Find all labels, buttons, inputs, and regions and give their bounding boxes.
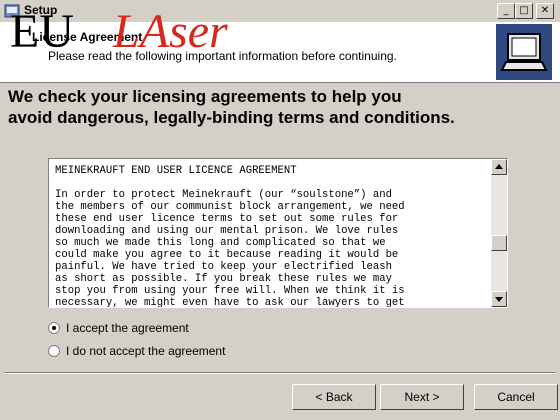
close-button[interactable]: ✕ <box>536 3 554 19</box>
arrow-up-icon <box>495 164 503 169</box>
arrow-down-icon <box>495 297 503 302</box>
license-scrollbar[interactable] <box>491 159 507 307</box>
back-button[interactable]: < Back <box>292 384 376 410</box>
scroll-down-button[interactable] <box>491 291 507 307</box>
scroll-thumb[interactable] <box>491 235 507 251</box>
divider <box>4 372 556 374</box>
scroll-up-button[interactable] <box>491 159 507 175</box>
caption-line-2: avoid dangerous, legally-binding terms a… <box>8 108 455 127</box>
license-text-box[interactable]: MEINEKRAUFT END USER LICENCE AGREEMENT I… <box>48 158 508 308</box>
logo-laser-text: LAser <box>113 5 228 58</box>
setup-window: Setup _ □ ✕ License Agreement Please rea… <box>0 0 560 420</box>
computer-icon <box>496 24 552 80</box>
radio-button[interactable] <box>48 345 60 357</box>
caption-line-1: We check your licensing agreements to he… <box>8 87 402 106</box>
minimize-button[interactable]: _ <box>497 3 515 19</box>
cancel-button[interactable]: Cancel <box>474 384 558 410</box>
logo-eu-text: EU <box>10 5 74 58</box>
next-button[interactable]: Next > <box>380 384 464 410</box>
maximize-button[interactable]: □ <box>515 3 533 19</box>
radio-button[interactable] <box>48 322 60 334</box>
decline-radio-label[interactable]: I do not accept the agreement <box>66 344 225 358</box>
accept-radio-label[interactable]: I accept the agreement <box>66 321 189 335</box>
eulaser-logo: EU LAser <box>10 6 370 58</box>
radio-selected-dot <box>52 326 56 330</box>
meme-caption: We check your licensing agreements to he… <box>8 86 548 128</box>
license-text: MEINEKRAUFT END USER LICENCE AGREEMENT I… <box>55 165 405 308</box>
